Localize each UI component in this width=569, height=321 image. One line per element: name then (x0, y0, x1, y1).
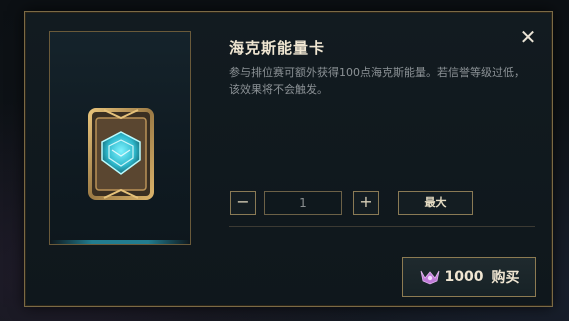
item-description: 参与排位赛可额外获得100点海克斯能量。若信誉等级过低，该效果将不会触发。 (229, 66, 525, 96)
item-title: 海克斯能量卡 (229, 39, 326, 57)
decrease-quantity-button[interactable]: − (230, 191, 256, 215)
buy-button[interactable]: 1000 购买 (402, 257, 536, 297)
hextech-card-icon (88, 108, 154, 200)
max-quantity-button[interactable]: 最大 (398, 191, 473, 215)
item-art-frame (49, 31, 191, 245)
increase-quantity-button[interactable]: + (353, 191, 379, 215)
purchase-dialog: 海克斯能量卡 ✕ 参与排位赛可额外获得100点海克斯能量。若信誉等级过低，该效果… (24, 11, 553, 307)
hextech-currency-icon (420, 270, 439, 285)
buy-label: 购买 (491, 270, 520, 286)
price-label: 1000 (444, 269, 484, 285)
divider (229, 226, 535, 227)
close-icon[interactable]: ✕ (518, 27, 538, 47)
quantity-input[interactable]: 1 (264, 191, 342, 215)
